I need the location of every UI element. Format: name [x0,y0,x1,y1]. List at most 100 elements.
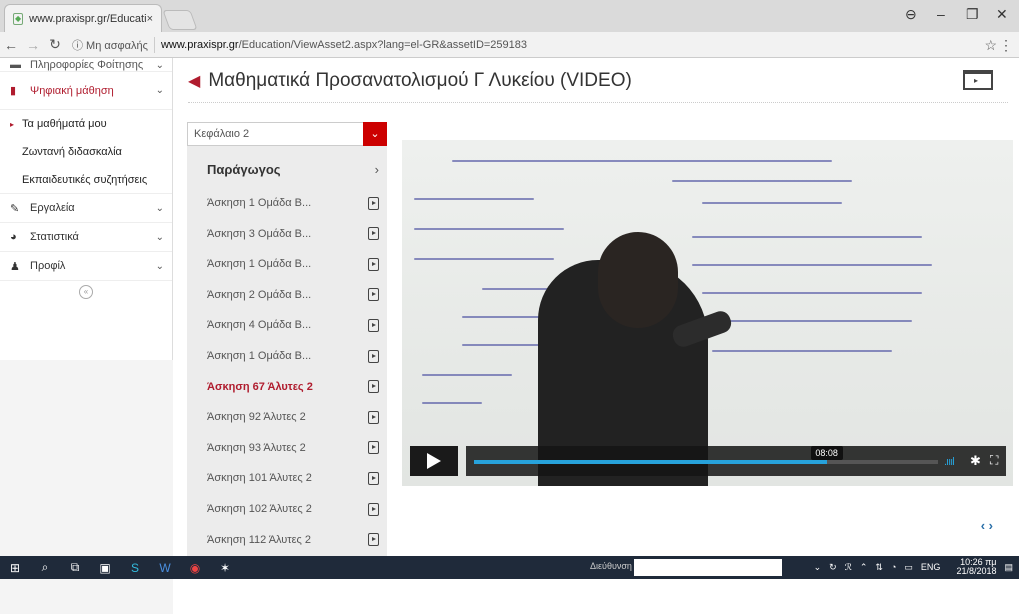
exercise-item[interactable]: Άσκηση 4 Ομάδα Β... [207,310,379,340]
video-file-icon [368,380,379,394]
exercise-item[interactable]: Άσκηση 3 Ομάδα Β... [207,219,379,249]
url-host: www.praxispr.gr [160,38,239,51]
collapse-sidebar-icon[interactable]: « [79,285,93,299]
browser-menu-icon[interactable]: ⋮ [999,37,1013,54]
board-line [692,264,932,266]
tab-close-icon[interactable]: × [147,13,153,25]
exercise-item[interactable]: Άσκηση 101 Άλυτες 2 [207,463,379,493]
battery-icon[interactable]: ▭ [904,562,913,573]
refresh-icon[interactable]: ↻ [829,562,837,573]
section-heading[interactable]: Παράγωγος › [207,162,379,177]
sidebar-item-tools[interactable]: ✎ Εργαλεία ⌄ [0,194,172,223]
sidebar-item-statistics[interactable]: ◕ Στατιστικά ⌄ [0,223,172,252]
sidebar-item-discussions[interactable]: Εκπαιδευτικές συζητήσεις [0,166,172,194]
wifi-icon[interactable]: ◔ [891,562,896,572]
video-file-icon [368,349,379,363]
exercise-item[interactable]: Άσκηση 1 Ομάδα Β... [207,188,379,218]
app-icon[interactable]: ✶ [210,561,240,575]
exercise-item[interactable]: Άσκηση 102 Άλυτες 2 [207,494,379,524]
chrome-icon[interactable]: ◉ [180,561,210,575]
sidebar-item-profile[interactable]: ♟ Προφίλ ⌄ [0,252,172,281]
board-line [422,402,482,404]
taskbar-address-input[interactable] [634,559,782,576]
clock[interactable]: 10:26 πμ 21/8/2018 [948,558,996,576]
video-file-icon [368,257,379,271]
people-icon[interactable]: ℛ [845,562,852,573]
pie-icon: ◕ [10,231,17,243]
maximize-icon[interactable]: ❐ [966,6,979,23]
progress-bar[interactable]: 08:08 [474,446,938,464]
exercise-item[interactable]: Άσκηση 93 Άλυτες 2 [207,433,379,463]
chevron-down-icon[interactable]: ⌄ [814,562,822,573]
board-line [712,350,892,352]
security-indicator[interactable]: ⓘ Μη ασφαλής [72,36,155,53]
url-path: /Education/ViewAsset2.aspx?lang=el-GR&as… [238,38,528,51]
tray-expand-icon[interactable]: ⌃ [860,562,868,573]
chevron-down-icon: ⌄ [155,85,164,96]
back-icon[interactable]: ← [0,37,22,53]
board-line [414,198,534,200]
sidebar-item-info[interactable]: ▬ Πληροφορίες Φοίτησης ⌄ [0,58,172,72]
sidebar-item-digital-learning[interactable]: ▮ Ψηφιακή μάθηση ⌄ [0,72,172,110]
window-close-icon[interactable]: ✕ [996,6,1008,23]
task-view-icon[interactable]: ⧉ [60,560,90,575]
sidebar-item-label: Ψηφιακή μάθηση [30,84,114,97]
taskbar-address-label: Διεύθυνση [590,561,632,571]
language-indicator[interactable]: ENG [921,562,941,572]
notifications-icon[interactable]: ▤ [1004,562,1013,573]
exercise-item[interactable]: Άσκηση 112 Άλυτες 2 [207,525,379,555]
video-file-icon [368,471,379,485]
forward-icon[interactable]: → [22,37,44,53]
screen-icon[interactable]: ▸ [963,70,993,90]
bookmark-star-icon[interactable]: ☆ [984,37,997,54]
reload-icon[interactable]: ↻ [44,36,66,53]
video-file-icon [368,502,379,516]
network-icon[interactable]: ⇅ [875,562,883,573]
search-icon[interactable]: ⌕ [30,560,60,575]
chevron-down-icon[interactable]: ⌄ [363,122,387,146]
video-file-icon [368,288,379,302]
new-tab-button[interactable] [162,10,198,30]
chevron-down-icon: ⌄ [155,231,164,243]
user-icon: ♟ [10,260,20,273]
time-tooltip: 08:08 [810,446,843,460]
video-file-icon [368,533,379,547]
exercise-item[interactable]: Άσκηση 2 Ομάδα Β... [207,280,379,310]
gear-icon[interactable]: ✱ [970,453,981,469]
play-button[interactable] [410,446,458,476]
favicon-icon: ◆ [13,12,24,25]
exercise-item[interactable]: Άσκηση 67 Άλυτες 2 [207,372,379,402]
video-file-icon [368,196,379,210]
sidebar-item-label: Εργαλεία [30,202,75,214]
video-player[interactable]: 08:08 .ıııl ✱ ⛶ [402,140,1013,486]
back-arrow-icon[interactable]: ◀ [188,71,200,91]
exercise-label: Άσκηση 101 Άλυτες 2 [207,472,312,485]
section-heading-text: Παράγωγος [207,162,281,177]
exercise-label: Άσκηση 67 Άλυτες 2 [207,380,313,393]
chevron-down-icon: ⌄ [155,60,164,71]
url-field[interactable]: www.praxispr.gr/Education/ViewAsset2.asp… [161,39,527,51]
word-icon[interactable]: W [150,561,180,575]
sidebar-item-live-teaching[interactable]: Ζωντανή διδασκαλία [0,138,172,166]
volume-icon[interactable]: .ıııl [944,456,955,468]
pager-arrows[interactable]: ‹ › [981,518,993,533]
windows-start-icon[interactable]: ⊞ [0,561,30,575]
browser-tabbar: ◆ www.praxispr.gr/Educati × ⊖ – ❐ ✕ [0,0,1019,32]
exercise-label: Άσκηση 93 Άλυτες 2 [207,441,306,454]
chapter-select-value: Κεφάλαιο 2 [194,128,250,140]
exercise-item[interactable]: Άσκηση 1 Ομάδα Β... [207,249,379,279]
sidebar-item-label: Στατιστικά [30,231,79,243]
exercise-item[interactable]: Άσκηση 92 Άλυτες 2 [207,402,379,432]
exercise-item[interactable]: Άσκηση 1 Ομάδα Β... [207,341,379,371]
skype-icon[interactable]: S [120,561,150,575]
account-icon[interactable]: ⊖ [905,6,917,23]
sidebar-item-my-courses[interactable]: ▸ Τα μαθήματά μου [0,110,172,138]
chapter-select[interactable]: Κεφάλαιο 2 ⌄ [187,122,387,146]
browser-tab[interactable]: ◆ www.praxispr.gr/Educati × [4,4,162,32]
minimize-icon[interactable]: – [937,6,945,22]
board-line [422,374,512,376]
store-icon[interactable]: ▣ [90,561,120,575]
system-tray: ⌄ ↻ ℛ ⌃ ⇅ ◔ ▭ ENG 10:26 πμ 21/8/2018 ▤ [806,558,1013,576]
fullscreen-icon[interactable]: ⛶ [990,453,998,468]
wrench-icon: ✎ [10,202,20,215]
